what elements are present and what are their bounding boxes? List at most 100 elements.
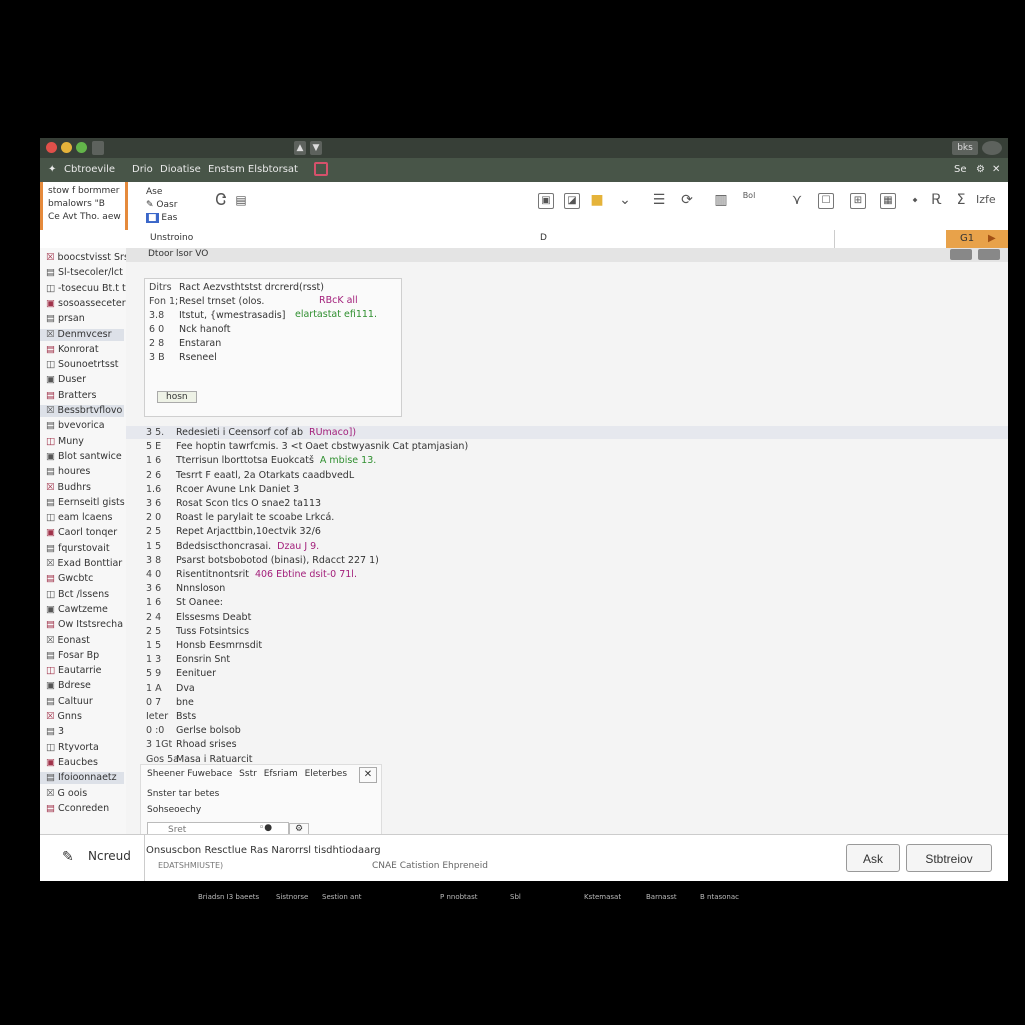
sidebar-item[interactable]: ◫ Rtyvorta <box>46 742 99 754</box>
table-row[interactable]: 2 0 Roast le parylait te scoabe Lrkcá. <box>146 511 334 524</box>
sidebar-item[interactable]: ☒ Bessbrtvflovo <box>40 405 124 417</box>
toolbar-label[interactable]: ✎ Oasr <box>146 199 177 212</box>
menu-app-icon[interactable]: ✦ <box>48 163 56 177</box>
sidebar-item[interactable]: ▤ fqurstovait <box>46 543 110 555</box>
menu-item-0[interactable]: Cbtroevile <box>64 163 115 177</box>
sidebar-item[interactable]: ◫ Eautarrie <box>46 665 102 677</box>
sidebar-item[interactable]: ▤ Konrorat <box>46 344 99 356</box>
sidebar-item[interactable]: ▤ Eernseitl gists <box>46 497 125 509</box>
help-icon[interactable] <box>982 141 1002 155</box>
menu-item-2[interactable]: Dioatise <box>160 163 201 177</box>
sidebar-item[interactable]: ☒ Exad Bonttiar <box>46 558 122 570</box>
popup-row[interactable]: Ditrs Ract Aezvsthtstst drcrerd(rsst) <box>149 281 324 294</box>
table-row[interactable]: 1 6 Tterrisun lborttotsa Euokcatš A mbise … <box>146 454 376 467</box>
sidebar-item[interactable]: ☒ G oois <box>46 788 87 800</box>
table-row[interactable]: 5 9 Eenituer <box>146 667 216 680</box>
sidebar-item[interactable]: ☒ Budhrs <box>46 482 91 494</box>
sidebar-item[interactable]: ▤ houres <box>46 466 90 478</box>
table-row[interactable]: 1 5 Honsb Eesmrnsdit <box>146 639 262 652</box>
table-row[interactable]: 0 :0 Gerlse bolsob <box>146 724 241 737</box>
titlebar-tab-up[interactable]: ▲ <box>294 141 306 155</box>
table-row[interactable]: 5 E Fee hoptin tawrfcmis. 3 <t Oaet cbstw… <box>146 440 468 453</box>
close-window-button[interactable] <box>46 142 57 153</box>
popup-row[interactable]: 6 0 Nck hanoft <box>149 323 230 336</box>
refresh-icon[interactable]: ⟳ <box>678 191 696 209</box>
stats-icon[interactable]: ▤ <box>232 191 250 209</box>
ask-button[interactable]: Ask <box>846 844 900 872</box>
crop-icon[interactable]: ◪ <box>564 193 580 209</box>
close-icon[interactable]: ✕ <box>359 767 377 783</box>
view-toggle-icon[interactable] <box>950 249 972 260</box>
sidebar-item[interactable]: ◫ eam lcaens <box>46 512 112 524</box>
sidebar-item[interactable]: ▤ Ifoioonnaetz <box>40 772 124 785</box>
table-row[interactable]: 3 6 Nnnsloson <box>146 582 225 595</box>
sidebar-item[interactable]: ◫ Muny <box>46 436 84 448</box>
folder-icon[interactable]: ■ <box>588 191 606 209</box>
menu-item-1[interactable]: Drio <box>132 163 153 177</box>
image-icon[interactable]: ▣ <box>538 193 554 209</box>
sidebar-item[interactable]: ▤ Ow Itstsrecha <box>46 619 123 631</box>
sidebar-item[interactable]: ▣ sosoasseceterni <box>46 298 134 310</box>
sum-icon[interactable]: Σ <box>952 191 970 209</box>
chevron-down-icon[interactable]: ⌄ <box>616 191 634 209</box>
view-toggle-icon[interactable] <box>978 249 1000 260</box>
titlebar-tab-down[interactable]: ▼ <box>310 141 322 155</box>
grid-icon[interactable]: ⊞ <box>850 193 866 209</box>
submit-button[interactable]: Stbtreiov <box>906 844 992 872</box>
sidebar-item[interactable]: ▣ Eaucbes <box>46 757 98 769</box>
table-row[interactable]: 0 7 bne <box>146 696 194 709</box>
address-bar[interactable]: Unstroino D G1 ▶ <box>40 230 1008 250</box>
filter-icon[interactable]: ⋎ <box>788 191 806 209</box>
filter-tab[interactable]: Sheener Fuwebace <box>147 769 232 779</box>
titlebar-right-label[interactable]: bks <box>952 141 978 155</box>
sidebar-item[interactable]: ▣ Bdrese <box>46 680 91 692</box>
sidebar-item[interactable]: ▤ Bratters <box>46 390 96 402</box>
menu-right-label[interactable]: Se <box>954 163 967 177</box>
table-row[interactable]: 4 0 Risentitnontsrit 406 Ebtine dsit-0 71l… <box>146 568 357 581</box>
list-icon[interactable]: ☰ <box>650 191 668 209</box>
filter-tab[interactable]: Eleterbes <box>305 769 347 779</box>
sidebar-item[interactable]: ▤ bvevorica <box>46 420 105 432</box>
sidebar-item[interactable]: ▤ prsan <box>46 313 85 325</box>
popup-footer-button[interactable]: hosn <box>157 391 197 403</box>
maximize-window-button[interactable] <box>76 142 87 153</box>
table-icon[interactable]: ▦ <box>880 193 896 209</box>
table-row[interactable]: 2 5 Repet Arjacttbin,10ectvik 32/6 <box>146 525 321 538</box>
titlebar-tab[interactable] <box>92 141 104 155</box>
filter-tab[interactable]: Efsriam <box>264 769 298 779</box>
sidebar-item[interactable]: ▤ 3 <box>46 726 64 738</box>
table-row[interactable]: 1 3 Eonsrin Snt <box>146 653 230 666</box>
table-row[interactable]: Ieter Bsts <box>146 710 196 723</box>
menu-record-icon[interactable] <box>314 162 328 176</box>
address-field[interactable]: Unstroino <box>150 233 193 243</box>
toolbar-label[interactable]: ■ Eas <box>146 212 177 225</box>
settings-icon[interactable]: ⚙ <box>976 163 985 177</box>
sidebar-item[interactable]: ▤ Caltuur <box>46 696 93 708</box>
toolbar-label-bol[interactable]: Bol <box>740 191 758 209</box>
sidebar-item[interactable]: ▣ Cawtzeme <box>46 604 108 616</box>
diamond-icon[interactable]: ⬩ <box>906 191 924 209</box>
popup-row[interactable]: 3 B Rseneel <box>149 351 217 364</box>
sidebar-item[interactable]: ☒ boocstvisst Srst <box>46 252 133 264</box>
table-row[interactable]: 2 4 Elssesms Deabt <box>146 611 251 624</box>
document-icon[interactable]: ▥ <box>712 191 730 209</box>
table-row[interactable]: 1.6 Rcoer Avune Lnk Daniet 3 <box>146 483 299 496</box>
toolbar-label[interactable]: Ase <box>146 186 177 199</box>
sidebar-item[interactable]: ▤ Fosar Bp <box>46 650 99 662</box>
sidebar-item[interactable]: ☒ Denmvcesr <box>40 328 124 341</box>
toolbar-label-izfe[interactable]: Izfe <box>976 191 996 209</box>
sidebar-item[interactable]: ▣ Caorl tonqer <box>46 527 117 539</box>
menu-item-3[interactable]: Enstsm Elsbtorsat <box>208 163 298 177</box>
popup-row[interactable]: Fon 1;Resel trnset (olos. <box>149 295 264 308</box>
table-row[interactable]: 1 5 Bdedsiscthoncrasai. Dzau J 9. <box>146 540 319 553</box>
filter-tab[interactable]: Sstr <box>239 769 257 779</box>
popup-row[interactable]: 2 8 Enstaran <box>149 337 221 350</box>
table-row[interactable]: 3 6 Rosat Scon tlcs O snae2 ta113 <box>146 497 321 510</box>
wand-icon[interactable]: Ꭱ <box>928 191 946 209</box>
popup-row[interactable]: 3.8 Itstut, {wmestrasadis] <box>149 309 285 322</box>
format-icon[interactable]: Ꮳ <box>212 191 230 209</box>
status-badge[interactable]: G1 ▶ <box>946 230 1008 248</box>
table-row[interactable]: 2 5 Tuss Fotsintsics <box>146 625 249 638</box>
sidebar-item[interactable]: ◫ Bct /lssens <box>46 589 109 601</box>
table-row[interactable]: 3 5. Redesieti i Ceensorf cof ab RUmaco]) <box>146 426 356 439</box>
